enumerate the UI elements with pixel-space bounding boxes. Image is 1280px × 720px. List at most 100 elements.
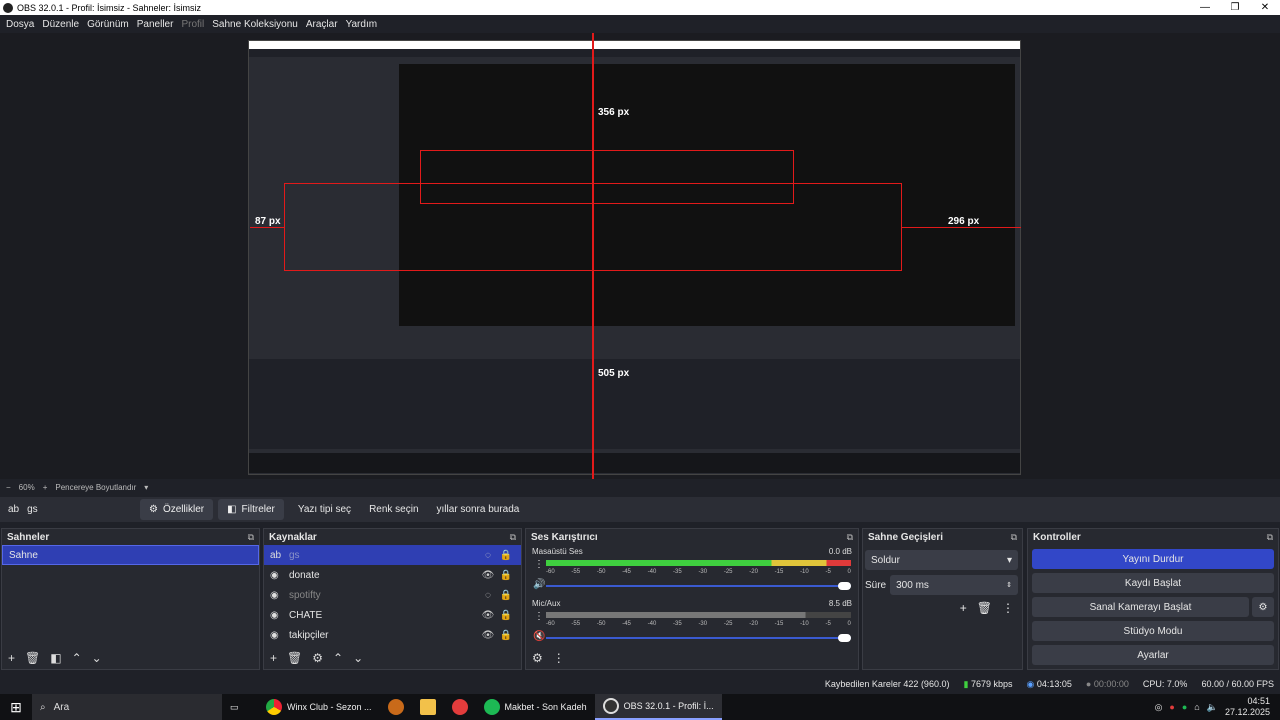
chevron-down-icon: ▾ <box>1006 554 1012 566</box>
start-virtual-camera-button[interactable]: Sanal Kamerayı Başlat <box>1032 597 1249 617</box>
chevron-down-icon[interactable]: ⌄ <box>92 651 102 665</box>
source-item[interactable]: ◉ spotifty ◌ 🔒 <box>264 585 521 605</box>
settings-icon[interactable]: ⚙ <box>532 651 543 665</box>
text-value[interactable]: yıllar sonra burada <box>428 504 529 515</box>
close-button[interactable]: ✕ <box>1250 2 1280 13</box>
tray-app-icon[interactable]: ◎ <box>1155 702 1163 713</box>
menu-tools[interactable]: Araçlar <box>302 19 342 30</box>
trash-icon[interactable]: 🗑 <box>25 651 40 665</box>
stop-streaming-button[interactable]: Yayını Durdur <box>1032 549 1274 569</box>
minimize-button[interactable]: — <box>1190 2 1220 13</box>
guide-box-mid <box>420 150 794 204</box>
menu-scene-collection[interactable]: Sahne Koleksiyonu <box>208 19 302 30</box>
menu-file[interactable]: Dosya <box>2 19 38 30</box>
eye-icon[interactable]: 👁 <box>479 570 497 581</box>
zoom-out-button[interactable]: − <box>6 483 11 492</box>
dock-float-icon[interactable]: ⧉ <box>1267 532 1273 543</box>
measure-top: 356 px <box>598 107 630 118</box>
transition-select[interactable]: Soldur ▾ <box>865 550 1018 570</box>
eye-hidden-icon[interactable]: ◌ <box>479 590 497 601</box>
dock-float-icon[interactable]: ⧉ <box>510 532 516 543</box>
stream-icon: ◉ <box>1026 678 1035 689</box>
source-label: CHATE <box>289 609 323 621</box>
filter-icon[interactable]: ◧ <box>50 651 61 665</box>
eye-hidden-icon[interactable]: ◌ <box>479 550 497 561</box>
lock-icon[interactable]: 🔒 <box>497 570 515 581</box>
zoom-dropdown-icon[interactable]: ▾ <box>144 483 148 492</box>
chevron-up-icon[interactable]: ⌃ <box>72 651 82 665</box>
menu-docks[interactable]: Paneller <box>133 19 178 30</box>
start-recording-button[interactable]: Kaydı Başlat <box>1032 573 1274 593</box>
maximize-button[interactable]: ❐ <box>1220 2 1250 13</box>
more-icon[interactable]: ⋮ <box>553 651 565 665</box>
taskbar-app-spotify[interactable]: Makbet - Son Kadeh <box>476 694 595 720</box>
menu-edit[interactable]: Düzenle <box>38 19 83 30</box>
chevron-up-icon[interactable]: ⌃ <box>333 651 343 665</box>
filters-button[interactable]: ◧ Filtreler <box>218 499 284 520</box>
speaker-icon[interactable]: 🔊 <box>533 579 545 590</box>
channel-menu-icon[interactable]: ⋮ <box>534 611 544 622</box>
bitrate-icon: ▮ <box>963 678 969 689</box>
scenes-dock: Sahneler ⧉ Sahne + 🗑 ◧ ⌃ ⌄ <box>1 528 260 670</box>
lock-icon[interactable]: 🔒 <box>497 590 515 601</box>
taskbar-app-chrome[interactable]: Winx Club - Sezon ... <box>258 694 380 720</box>
taskbar-search[interactable]: ⌕ Ara <box>32 694 222 720</box>
add-icon[interactable]: + <box>270 651 277 665</box>
properties-button[interactable]: ⚙ Özellikler <box>140 499 214 520</box>
spinner-icon[interactable]: ⇕ <box>1006 581 1012 589</box>
scene-item[interactable]: Sahne <box>2 545 259 565</box>
eye-icon[interactable]: 👁 <box>479 610 497 621</box>
taskbar-file-explorer[interactable] <box>412 694 444 720</box>
studio-mode-button[interactable]: Stüdyo Modu <box>1032 621 1274 641</box>
dock-float-icon[interactable]: ⧉ <box>248 532 254 543</box>
source-label: takipçiler <box>289 629 329 641</box>
duration-input[interactable]: 300 ms ⇕ <box>890 575 1018 595</box>
color-select-button[interactable]: Renk seçin <box>360 504 427 515</box>
source-item[interactable]: ab gs ◌ 🔒 <box>264 545 521 565</box>
taskbar-app-obs[interactable]: OBS 32.0.1 - Profil: İ... <box>594 694 722 720</box>
text-source-icon: ab <box>8 504 20 515</box>
gear-icon[interactable]: ⚙ <box>312 651 323 665</box>
dock-float-icon[interactable]: ⧉ <box>1011 532 1017 543</box>
zoom-in-button[interactable]: + <box>43 483 48 492</box>
mute-icon[interactable]: 🔇 <box>533 631 545 642</box>
tray-app-icon[interactable]: ● <box>1169 702 1174 712</box>
trash-icon[interactable]: 🗑 <box>287 651 302 665</box>
channel-menu-icon[interactable]: ⋮ <box>534 559 544 570</box>
taskbar-pinned-app[interactable] <box>380 694 412 720</box>
font-select-button[interactable]: Yazı tipi seç <box>289 504 360 515</box>
more-icon[interactable]: ⋮ <box>1002 601 1014 615</box>
browser-source-icon: ◉ <box>270 609 279 621</box>
source-item[interactable]: ◉ donate 👁 🔒 <box>264 565 521 585</box>
dock-float-icon[interactable]: ⧉ <box>847 532 853 543</box>
dropped-frames: Kaybedilen Kareler 422 (960.0) <box>824 679 950 689</box>
network-icon[interactable]: ⌂ <box>1194 702 1199 712</box>
menu-profile[interactable]: Profil <box>177 19 208 30</box>
preview-canvas[interactable]: 356 px 87 px 296 px 505 px <box>0 33 1280 479</box>
browser-source-icon: ◉ <box>270 569 279 581</box>
virtual-camera-settings-gear-icon[interactable]: ⚙ <box>1252 597 1274 617</box>
lock-icon[interactable]: 🔒 <box>497 610 515 621</box>
window-titlebar: OBS 32.0.1 - Profil: İsimsiz - Sahneler:… <box>0 0 1280 15</box>
menu-view[interactable]: Görünüm <box>83 19 133 30</box>
lock-icon[interactable]: 🔒 <box>497 630 515 641</box>
windows-start-icon[interactable]: ⊞ <box>0 699 32 716</box>
settings-button[interactable]: Ayarlar <box>1032 645 1274 665</box>
trash-icon[interactable]: 🗑 <box>977 601 992 615</box>
volume-slider[interactable] <box>546 634 851 642</box>
add-icon[interactable]: + <box>8 651 15 665</box>
lock-icon[interactable]: 🔒 <box>497 550 515 561</box>
chevron-down-icon[interactable]: ⌄ <box>353 651 363 665</box>
task-view-icon[interactable]: ▭ <box>222 694 258 720</box>
source-item[interactable]: ◉ CHATE 👁 🔒 <box>264 605 521 625</box>
taskbar-pinned-app[interactable] <box>444 694 476 720</box>
volume-slider[interactable] <box>546 582 851 590</box>
menu-help[interactable]: Yardım <box>342 19 382 30</box>
volume-icon[interactable]: 🔈 <box>1207 702 1218 713</box>
eye-icon[interactable]: 👁 <box>479 630 497 641</box>
add-icon[interactable]: + <box>960 601 967 615</box>
clock[interactable]: 04:51 27.12.2025 <box>1225 696 1270 718</box>
source-item[interactable]: ◉ takipçiler 👁 🔒 <box>264 625 521 645</box>
tray-app-icon[interactable]: ● <box>1182 702 1187 712</box>
measure-inner: 505 px <box>598 368 630 379</box>
